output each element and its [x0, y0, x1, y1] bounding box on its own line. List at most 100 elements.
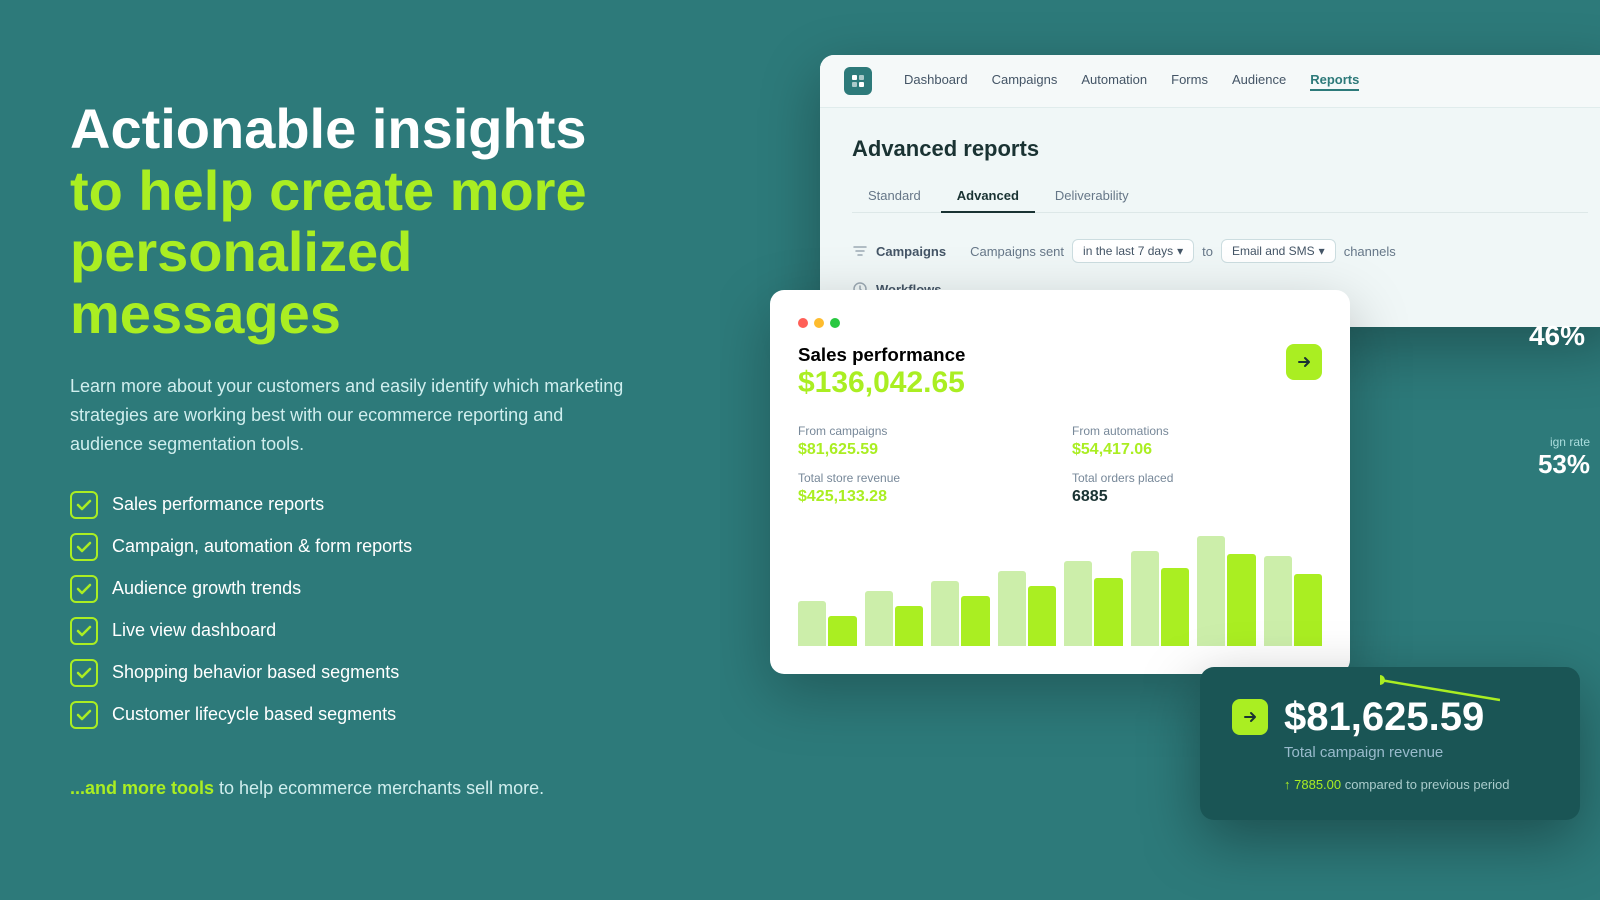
check-icon [70, 575, 98, 603]
metric-orders: Total orders placed 6885 [1072, 471, 1322, 506]
nav-item-forms[interactable]: Forms [1171, 72, 1208, 91]
list-item: Campaign, automation & form reports [70, 533, 650, 561]
tab-deliverability[interactable]: Deliverability [1039, 180, 1145, 213]
list-item: Sales performance reports [70, 491, 650, 519]
bar-group-8 [1264, 556, 1323, 646]
metric-automations-label: From automations [1072, 424, 1322, 438]
headline-green: to help create more personalized message… [70, 159, 587, 345]
bar-bright [895, 606, 923, 646]
nav-bar: Dashboard Campaigns Automation Forms Aud… [820, 55, 1600, 108]
bar-bright [961, 596, 989, 646]
bar-light [931, 581, 959, 646]
tab-standard[interactable]: Standard [852, 180, 937, 213]
reports-title: Advanced reports [852, 136, 1588, 162]
left-panel: Actionable insights to help create more … [0, 0, 720, 900]
bar-group-2 [865, 591, 924, 646]
footer-text: ...and more tools to help ecommerce merc… [70, 775, 650, 802]
sales-card: Sales performance $136,042.65 From campa… [770, 290, 1350, 674]
check-icon [70, 533, 98, 561]
metric-orders-value: 6885 [1072, 488, 1322, 506]
bar-light [1197, 536, 1225, 646]
checklist: Sales performance reports Campaign, auto… [70, 491, 650, 743]
bar-group-3 [931, 581, 990, 646]
arrow-right-icon [1241, 708, 1259, 726]
close-dot [798, 318, 808, 328]
campaign-icon [852, 243, 868, 259]
nav-item-reports[interactable]: Reports [1310, 72, 1359, 91]
check-icon [70, 701, 98, 729]
bar-bright [1161, 568, 1189, 646]
float-percent-mid: 53% [1538, 449, 1590, 480]
stat-label: Total campaign revenue [1284, 744, 1510, 761]
list-item: Live view dashboard [70, 617, 650, 645]
bar-light [798, 601, 826, 646]
metric-automations: From automations $54,417.06 [1072, 424, 1322, 459]
minimize-dot [814, 318, 824, 328]
channel-dropdown[interactable]: Email and SMS ▾ [1221, 239, 1336, 263]
bar-group-1 [798, 601, 857, 646]
metric-campaigns-label: From campaigns [798, 424, 1048, 438]
check-icon [70, 617, 98, 645]
tab-advanced[interactable]: Advanced [941, 180, 1035, 213]
nav-items: Dashboard Campaigns Automation Forms Aud… [904, 72, 1359, 91]
bar-bright [1028, 586, 1056, 646]
to-label: to [1202, 244, 1213, 259]
sales-title: Sales performance [798, 344, 965, 366]
arrow-right-icon [1295, 353, 1313, 371]
metric-orders-label: Total orders placed [1072, 471, 1322, 485]
campaigns-filter-label[interactable]: Campaigns [876, 244, 946, 259]
metric-automations-value: $54,417.06 [1072, 441, 1322, 459]
bar-bright [1294, 574, 1322, 646]
check-icon [70, 491, 98, 519]
period-dropdown[interactable]: in the last 7 days ▾ [1072, 239, 1194, 263]
metric-campaigns-value: $81,625.59 [798, 441, 1048, 459]
bar-chart [798, 526, 1322, 646]
stat-arrow-button[interactable] [1232, 699, 1268, 735]
right-panel: Dashboard Campaigns Automation Forms Aud… [720, 0, 1600, 900]
sales-card-header: Sales performance $136,042.65 [798, 344, 1322, 400]
bar-light [1131, 551, 1159, 646]
headline-white: Actionable insights [70, 97, 587, 160]
bar-light [1264, 556, 1292, 646]
float-rate-section: ign rate 53% [1538, 435, 1590, 480]
metric-campaigns: From campaigns $81,625.59 [798, 424, 1048, 459]
report-tabs: Standard Advanced Deliverability [852, 180, 1588, 213]
sales-total: $136,042.65 [798, 366, 965, 400]
sales-info: Sales performance $136,042.65 [798, 344, 965, 400]
nav-item-audience[interactable]: Audience [1232, 72, 1286, 91]
reports-card: Dashboard Campaigns Automation Forms Aud… [820, 55, 1600, 327]
bar-bright [828, 616, 856, 646]
sales-arrow-button[interactable] [1286, 344, 1322, 380]
check-icon [70, 659, 98, 687]
window-controls [798, 318, 1322, 328]
list-item: Audience growth trends [70, 575, 650, 603]
up-arrow-icon: ↑ [1284, 777, 1294, 792]
list-item: Shopping behavior based segments [70, 659, 650, 687]
float-rate-label: ign rate [1538, 435, 1590, 449]
metric-store-label: Total store revenue [798, 471, 1048, 485]
bar-group-4 [998, 571, 1057, 646]
channels-label: channels [1344, 244, 1396, 259]
bar-light [998, 571, 1026, 646]
stat-comparison: ↑ 7885.00 compared to previous period [1284, 777, 1510, 792]
sales-metrics: From campaigns $81,625.59 From automatio… [798, 424, 1322, 506]
bar-group-6 [1131, 551, 1190, 646]
nav-item-dashboard[interactable]: Dashboard [904, 72, 968, 91]
metric-store-revenue: Total store revenue $425,133.28 [798, 471, 1048, 506]
nav-item-automation[interactable]: Automation [1081, 72, 1147, 91]
comparison-value: 7885.00 [1294, 777, 1341, 792]
footer-highlight: ...and more tools [70, 778, 214, 798]
nav-item-campaigns[interactable]: Campaigns [992, 72, 1058, 91]
description: Learn more about your customers and easi… [70, 372, 630, 458]
float-percent-top: 46% [1529, 320, 1585, 352]
bar-light [1064, 561, 1092, 646]
nav-logo [844, 67, 872, 95]
connector-bottom [1380, 640, 1500, 720]
bar-bright [1094, 578, 1122, 646]
filter-row-campaigns: Campaigns Campaigns sent in the last 7 d… [852, 233, 1588, 269]
list-item: Customer lifecycle based segments [70, 701, 650, 729]
comparison-text: compared to previous period [1345, 777, 1510, 792]
bar-group-7 [1197, 536, 1256, 646]
bar-group-5 [1064, 561, 1123, 646]
maximize-dot [830, 318, 840, 328]
